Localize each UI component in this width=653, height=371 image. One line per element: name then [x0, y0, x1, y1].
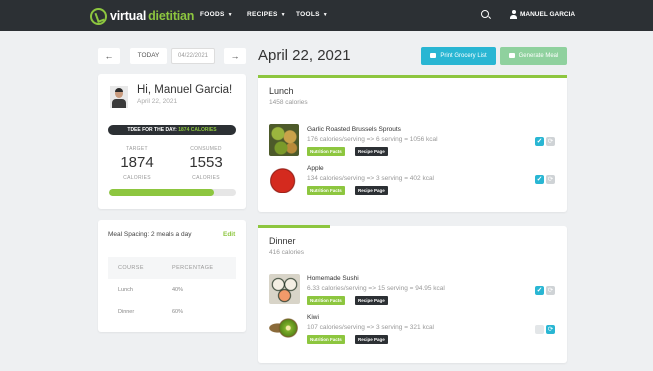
- chevron-down-icon: ▼: [322, 12, 329, 18]
- today-button[interactable]: TODAY: [130, 48, 167, 64]
- nutrition-facts-button[interactable]: Nutrition Facts: [307, 335, 345, 344]
- row-percentage: 60%: [172, 309, 184, 315]
- check-icon[interactable]: ✓: [535, 137, 544, 146]
- food-name[interactable]: Homemade Sushi: [307, 275, 359, 282]
- calorie-progress-fill: [109, 189, 215, 196]
- nav-tools[interactable]: TOOLS ▼: [296, 11, 328, 18]
- food-name[interactable]: Garlic Roasted Brussels Sprouts: [307, 126, 401, 133]
- chevron-down-icon: ▼: [280, 12, 286, 18]
- print-label: Print Grocery List: [440, 53, 487, 59]
- document-icon: [508, 52, 515, 58]
- nav-recipes-label: RECIPES: [247, 11, 278, 18]
- food-image-apple[interactable]: [270, 166, 298, 193]
- swap-icon[interactable]: ⟳: [546, 175, 555, 184]
- generate-meal-button[interactable]: Generate Meal: [500, 47, 567, 65]
- prev-day-button[interactable]: ←: [98, 48, 120, 64]
- nutrition-facts-button[interactable]: Nutrition Facts: [307, 186, 345, 195]
- tdee-value: 1874 CALORIES: [178, 127, 217, 133]
- checkbox-unchecked[interactable]: [535, 325, 544, 334]
- next-day-button[interactable]: →: [224, 48, 246, 64]
- food-description: 134 calories/serving => 3 serving = 402 …: [307, 175, 435, 182]
- target-unit: CALORIES: [123, 175, 151, 181]
- recipe-page-button[interactable]: Recipe Page: [355, 335, 388, 344]
- food-name[interactable]: Kiwi: [307, 314, 319, 321]
- logo-mark-icon: [90, 7, 107, 25]
- check-icon[interactable]: ✓: [535, 175, 544, 184]
- nav-tools-label: TOOLS: [296, 11, 320, 18]
- swap-icon[interactable]: ⟳: [546, 325, 555, 334]
- meal-progress-stripe: [258, 225, 330, 228]
- top-navbar: virtual dietitian FOODS ▼ RECIPES ▼ TOOLS ▼…: [0, 0, 653, 31]
- meal-progress-stripe: [258, 75, 567, 78]
- generate-label: Generate Meal: [518, 53, 559, 59]
- nav-recipes[interactable]: RECIPES ▼: [247, 11, 286, 18]
- nav-foods[interactable]: FOODS ▼: [200, 11, 233, 18]
- logo-text-virtual: virtual: [110, 9, 147, 23]
- food-image-sushi[interactable]: [269, 274, 300, 304]
- recipe-page-button[interactable]: Recipe Page: [355, 296, 388, 305]
- meal-title: Dinner: [269, 236, 296, 246]
- row-course: Lunch: [118, 287, 133, 293]
- meal-card-lunch: [258, 76, 567, 212]
- food-description: 107 calories/serving => 3 serving = 321 …: [307, 324, 435, 331]
- header-percentage: PERCENTAGE: [172, 265, 214, 271]
- user-menu[interactable]: MANUEL GARCIA: [520, 11, 575, 18]
- tdee-label: TDEE FOR THE DAY:: [127, 127, 177, 133]
- header-course: COURSE: [118, 265, 144, 271]
- nutrition-facts-button[interactable]: Nutrition Facts: [307, 296, 345, 305]
- meal-card-dinner: [258, 226, 567, 363]
- row-course: Dinner: [118, 309, 135, 315]
- search-icon[interactable]: [481, 10, 489, 18]
- table-row: Dinner 60%: [108, 301, 236, 323]
- greeting: Hi, Manuel Garcia!: [137, 84, 233, 96]
- table-row: Lunch 40%: [108, 279, 236, 301]
- date-input[interactable]: 04/22/2021: [171, 48, 215, 64]
- swap-icon[interactable]: ⟳: [546, 137, 555, 146]
- swap-icon[interactable]: ⟳: [546, 286, 555, 295]
- food-description: 176 calories/serving => 6 serving = 1056…: [307, 136, 438, 143]
- meal-spacing-title: Meal Spacing: 2 meals a day: [108, 231, 192, 238]
- logo[interactable]: virtual dietitian: [90, 7, 194, 25]
- check-icon[interactable]: ✓: [535, 286, 544, 295]
- target-value: 1874: [120, 154, 154, 171]
- avatar[interactable]: [110, 86, 128, 108]
- consumed-unit: CALORIES: [192, 175, 220, 181]
- meal-title: Lunch: [269, 86, 294, 96]
- chevron-down-icon: ▼: [227, 12, 233, 18]
- meal-calories: 1458 calories: [269, 99, 308, 106]
- row-percentage: 40%: [172, 287, 184, 293]
- tdee-badge: TDEE FOR THE DAY: 1874 CALORIES: [108, 125, 236, 135]
- food-image-brussels-sprouts[interactable]: [269, 124, 299, 156]
- user-icon[interactable]: [510, 10, 517, 19]
- meal-calories: 416 calories: [269, 249, 305, 256]
- printer-icon: [430, 52, 437, 58]
- food-name[interactable]: Apple: [307, 165, 324, 172]
- logo-text-dietitian: dietitian: [148, 9, 195, 23]
- consumed-value: 1553: [189, 154, 223, 171]
- greeting-date: April 22, 2021: [137, 98, 178, 105]
- edit-link[interactable]: Edit: [223, 231, 235, 238]
- recipe-page-button[interactable]: Recipe Page: [355, 186, 388, 195]
- food-image-kiwi[interactable]: [269, 316, 300, 340]
- food-description: 6.33 calories/serving => 15 serving = 94…: [307, 285, 445, 292]
- print-grocery-list-button[interactable]: Print Grocery List: [421, 47, 496, 65]
- calorie-progress-bar: [109, 189, 236, 196]
- nav-foods-label: FOODS: [200, 11, 225, 18]
- recipe-page-button[interactable]: Recipe Page: [355, 147, 388, 156]
- consumed-label: CONSUMED: [190, 146, 222, 152]
- nutrition-facts-button[interactable]: Nutrition Facts: [307, 147, 345, 156]
- target-label: TARGET: [126, 146, 148, 152]
- meal-spacing-table: COURSE PERCENTAGE Lunch 40% Dinner 60%: [108, 257, 236, 323]
- page-title: April 22, 2021: [258, 47, 351, 64]
- table-header: COURSE PERCENTAGE: [108, 257, 236, 279]
